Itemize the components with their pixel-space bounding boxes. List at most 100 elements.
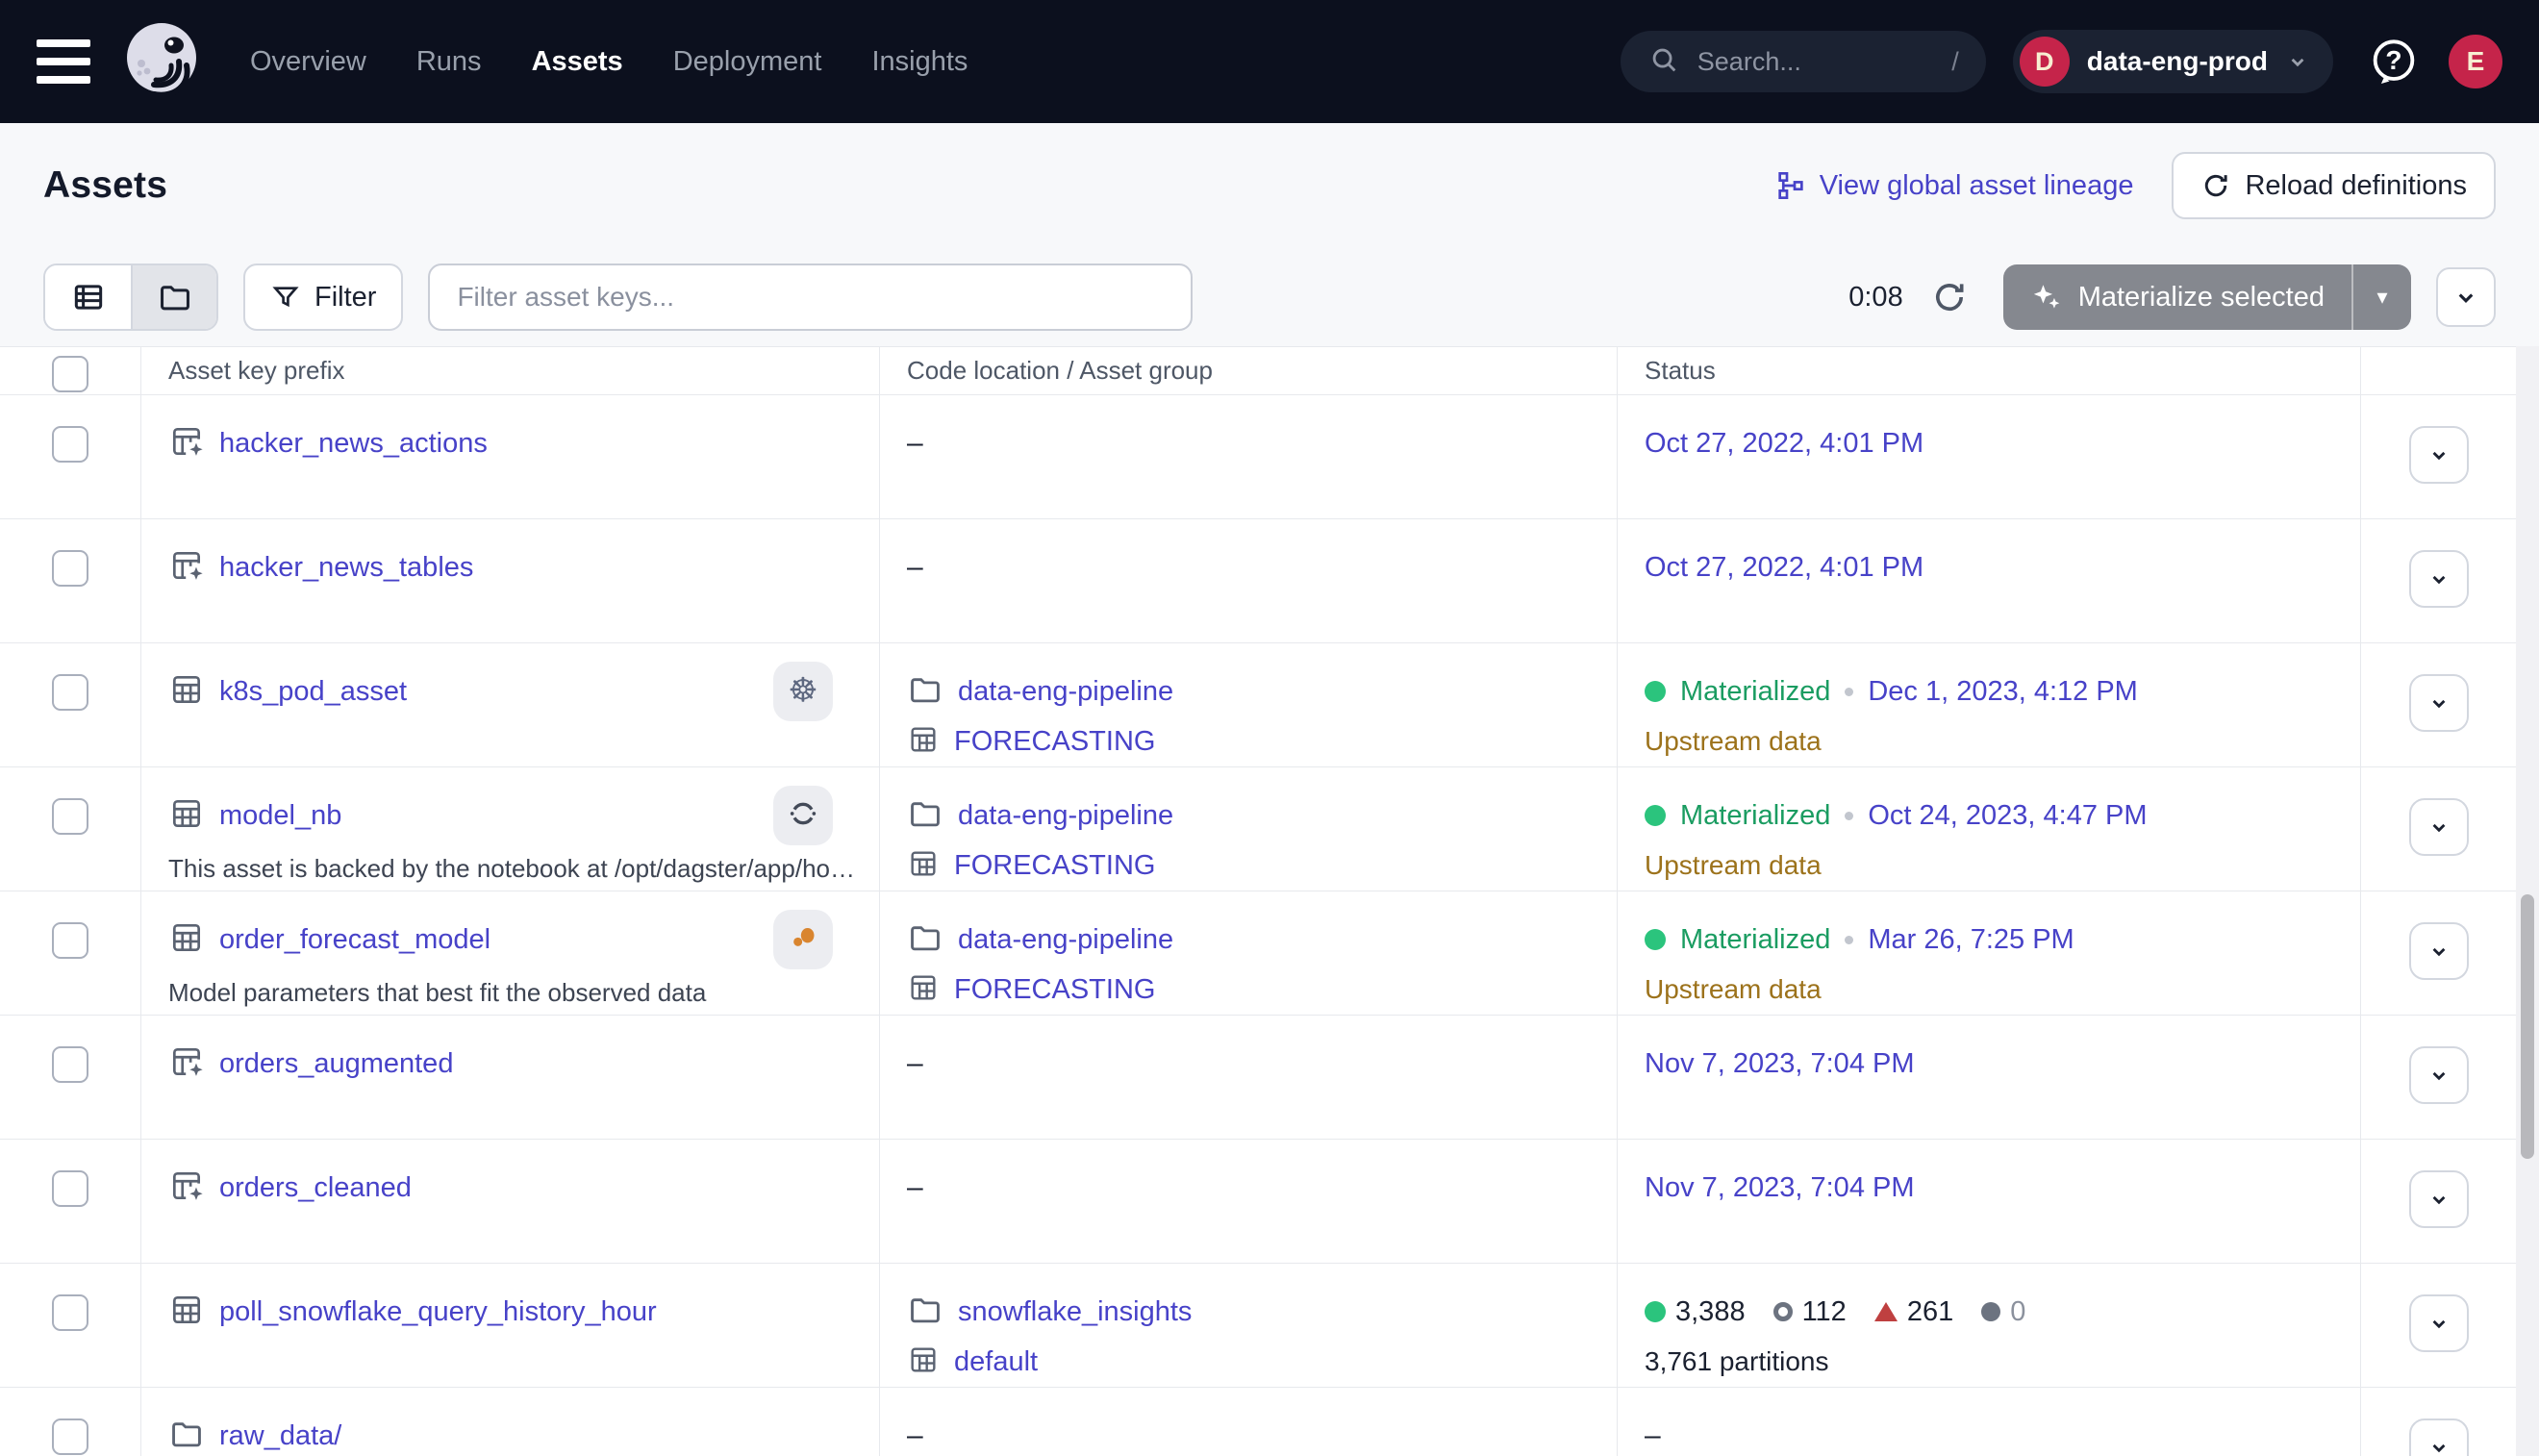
materialized-label[interactable]: Materialized [1680, 924, 1830, 956]
kubernetes-icon: ☸ [784, 670, 822, 714]
menu-icon[interactable] [37, 39, 90, 84]
table-header-row: Asset key prefix Code location / Asset g… [0, 347, 2516, 395]
status-cell: Nov 7, 2023, 7:04 PM [1618, 1140, 2361, 1263]
deployment-switcher[interactable]: D data-eng-prod [2013, 30, 2333, 93]
asset-key-link[interactable]: model_nb [219, 800, 341, 832]
table-row: hacker_news_actions–Oct 27, 2022, 4:01 P… [0, 395, 2516, 519]
row-checkbox[interactable] [52, 1418, 88, 1455]
materialize-options-caret[interactable]: ▾ [2351, 264, 2411, 330]
upstream-data-label[interactable]: Upstream data [1645, 974, 1822, 1005]
materialized-label[interactable]: Materialized [1680, 676, 1830, 708]
code-location-link[interactable]: data-eng-pipeline [958, 924, 1173, 956]
row-checkbox[interactable] [52, 1046, 88, 1083]
row-checkbox[interactable] [52, 798, 88, 835]
row-checkbox[interactable] [52, 1170, 88, 1207]
row-expand-cell [2361, 767, 2516, 891]
reload-definitions-button[interactable]: Reload definitions [2172, 152, 2496, 219]
search-input[interactable]: Search... / [1621, 31, 1986, 92]
materialized-label[interactable]: Materialized [1680, 800, 1830, 832]
materialization-date-link[interactable]: Oct 27, 2022, 4:01 PM [1645, 428, 1923, 460]
code-location-cell: – [880, 1388, 1618, 1456]
asset-key-link[interactable]: orders_augmented [219, 1048, 453, 1080]
materialization-date-link[interactable]: Nov 7, 2023, 7:04 PM [1645, 1048, 1915, 1080]
dot-green-icon [1645, 1301, 1666, 1322]
chevron-down-icon [2285, 49, 2310, 74]
view-toggle [43, 264, 218, 331]
refresh-icon[interactable] [1930, 278, 1969, 316]
more-actions-button[interactable] [2436, 267, 2496, 327]
status-cell: Nov 7, 2023, 7:04 PM [1618, 1016, 2361, 1139]
view-global-asset-lineage-link[interactable]: View global asset lineage [1775, 170, 2134, 202]
materialization-date-link[interactable]: Mar 26, 7:25 PM [1868, 924, 2074, 956]
code-location-cell: data-eng-pipeline FORECASTING [880, 767, 1618, 891]
filter-button[interactable]: Filter [243, 264, 403, 331]
nav-item-insights[interactable]: Insights [871, 46, 968, 78]
row-checkbox[interactable] [52, 1294, 88, 1331]
row-expand-button[interactable] [2409, 674, 2469, 732]
asset-key-link[interactable]: hacker_news_actions [219, 428, 488, 460]
materialization-date-link[interactable]: Dec 1, 2023, 4:12 PM [1868, 676, 2138, 708]
help-icon[interactable]: ? [2368, 36, 2420, 88]
row-expand-button[interactable] [2409, 426, 2469, 484]
asset-key-cell: hacker_news_actions [141, 395, 880, 518]
page-title: Assets [43, 164, 167, 207]
row-checkbox[interactable] [52, 426, 88, 463]
nav-item-runs[interactable]: Runs [416, 46, 482, 78]
table-row: order_forecast_modelModel parameters tha… [0, 891, 2516, 1016]
materialization-date-link[interactable]: Oct 24, 2023, 4:47 PM [1868, 800, 2147, 832]
nav-item-assets[interactable]: Assets [532, 46, 623, 78]
asset-group-link[interactable]: FORECASTING [954, 850, 1155, 882]
row-expand-button[interactable] [2409, 1170, 2469, 1228]
refresh-countdown: 0:08 [1848, 282, 1902, 314]
asset-group-link[interactable]: FORECASTING [954, 726, 1155, 758]
nav-item-deployment[interactable]: Deployment [673, 46, 822, 78]
asset-key-link[interactable]: hacker_news_tables [219, 552, 473, 584]
select-all-checkbox[interactable] [52, 356, 88, 392]
row-expand-button[interactable] [2409, 1046, 2469, 1104]
partition-stat: 0 [1981, 1296, 2025, 1328]
upstream-data-label[interactable]: Upstream data [1645, 850, 1822, 881]
upstream-data-label[interactable]: Upstream data [1645, 726, 1822, 757]
asset-key-link[interactable]: poll_snowflake_query_history_hour [219, 1296, 657, 1328]
asset-key-link[interactable]: order_forecast_model [219, 924, 490, 956]
asset-key-cell: orders_cleaned [141, 1140, 880, 1263]
dagster-logo[interactable] [115, 15, 208, 108]
user-avatar[interactable]: E [2449, 35, 2502, 88]
row-expand-button[interactable] [2409, 922, 2469, 980]
grouped-folder-view-button[interactable] [131, 265, 216, 329]
materialize-selected-button[interactable]: Materialize selected [2003, 264, 2351, 330]
column-header-code-location: Code location / Asset group [880, 347, 1618, 394]
partition-stat: 261 [1874, 1296, 1953, 1328]
code-location-link[interactable]: data-eng-pipeline [958, 676, 1173, 708]
asset-group-link[interactable]: default [954, 1346, 1038, 1378]
asset-key-link[interactable]: orders_cleaned [219, 1172, 412, 1204]
row-expand-button[interactable] [2409, 1294, 2469, 1352]
flat-list-view-button[interactable] [45, 265, 131, 329]
partition-stat: 3,388 [1645, 1296, 1746, 1328]
scrollbar-thumb[interactable] [2521, 894, 2534, 1159]
code-location-link[interactable]: data-eng-pipeline [958, 800, 1173, 832]
asset-group-link[interactable]: FORECASTING [954, 974, 1155, 1006]
row-expand-cell [2361, 1016, 2516, 1139]
search-placeholder: Search... [1697, 47, 1934, 77]
vertical-scrollbar[interactable] [2516, 346, 2539, 1456]
row-expand-button[interactable] [2409, 550, 2469, 608]
nav-item-overview[interactable]: Overview [250, 46, 366, 78]
materialization-date-link[interactable]: Oct 27, 2022, 4:01 PM [1645, 552, 1923, 584]
row-expand-button[interactable] [2409, 1418, 2469, 1456]
row-checkbox[interactable] [52, 922, 88, 959]
column-header-asset-key-prefix: Asset key prefix [141, 347, 880, 394]
row-expand-button[interactable] [2409, 798, 2469, 856]
asset-key-cell: k8s_pod_asset ☸ [141, 643, 880, 766]
row-expand-cell [2361, 1140, 2516, 1263]
chevron-down-icon [2451, 283, 2480, 312]
materialization-date-link[interactable]: Nov 7, 2023, 7:04 PM [1645, 1172, 1915, 1204]
asset-key-link[interactable]: raw_data/ [219, 1420, 341, 1452]
table-row: hacker_news_tables–Oct 27, 2022, 4:01 PM [0, 519, 2516, 643]
row-checkbox[interactable] [52, 550, 88, 587]
filter-asset-keys-input[interactable] [428, 264, 1193, 331]
table-row: model_nbThis asset is backed by the note… [0, 767, 2516, 891]
code-location-link[interactable]: snowflake_insights [958, 1296, 1192, 1328]
row-checkbox[interactable] [52, 674, 88, 711]
asset-key-link[interactable]: k8s_pod_asset [219, 676, 407, 708]
